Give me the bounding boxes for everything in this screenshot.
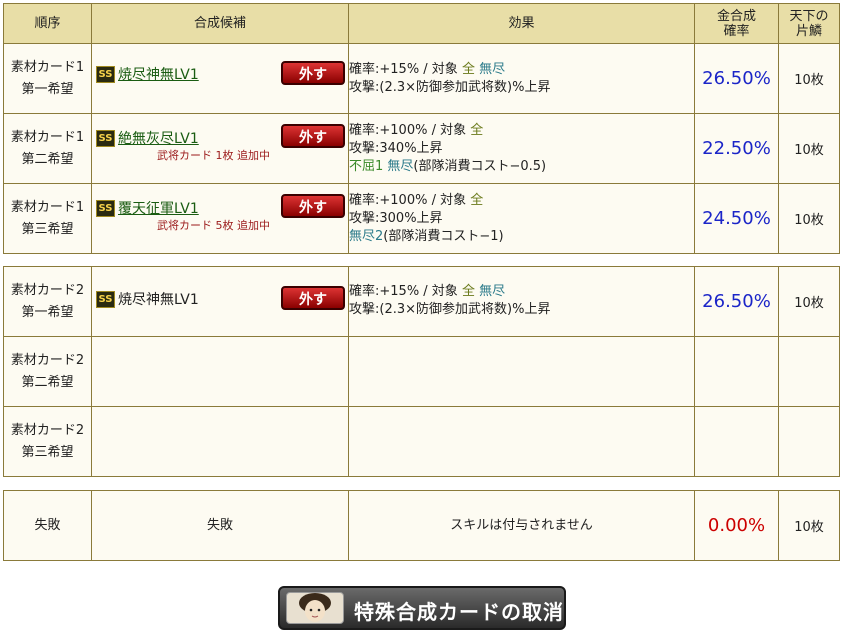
character-portrait-icon [286,592,344,624]
synthesis-table-group2: 素材カード2 第一希望 SS 焼尽神無LV1 外す 確率:+15% / 対象 全 無… [3,266,840,477]
effect-cell: 確率:+15% / 対象 全 無尽 攻撃:(2.3×防御参加武将数)%上昇 [348,43,695,114]
scale-value: 10枚 [778,43,840,114]
failure-rate: 0.00% [694,490,779,561]
scale-value [778,336,840,407]
added-card-note: 武将カード 5枚 追加中 [157,219,270,232]
table-row: 失敗 失敗 スキルは付与されません 0.00% 10枚 [3,490,840,561]
header-candidate: 合成候補 [91,3,349,44]
rate-value: 26.50% [694,266,779,337]
candidate-cell: SS 焼尽神無LV1 外す [91,266,349,337]
header-order: 順序 [3,3,92,44]
table-header-row: 順序 合成候補 効果 金合成 確率 天下の 片鱗 [3,3,840,44]
ss-rarity-icon: SS [96,129,115,147]
rate-value [694,406,779,477]
candidate-cell [91,406,349,477]
failure-order: 失敗 [3,490,92,561]
skill-link[interactable]: 覆天征軍LV1 [118,201,199,217]
ss-rarity-icon: SS [96,65,115,83]
synthesis-table-failure: 失敗 失敗 スキルは付与されません 0.00% 10枚 [3,490,840,561]
effect-cell: 確率:+15% / 対象 全 無尽 攻撃:(2.3×防御参加武将数)%上昇 [348,266,695,337]
scale-value [778,406,840,477]
effect-cell: 確率:+100% / 対象 全 攻撃:300%上昇 無尽2(部隊消費コスト−1) [348,183,695,254]
remove-button[interactable]: 外す [281,194,345,218]
rate-value: 26.50% [694,43,779,114]
added-card-note: 武将カード 1枚 追加中 [157,149,270,162]
order-cell: 素材カード2 第一希望 [3,266,92,337]
effect-cell [348,336,695,407]
table-row: 素材カード1 第三希望 SS 覆天征軍LV1 外す 武将カード 5枚 追加中 確率:… [3,183,840,254]
ss-rarity-icon: SS [96,290,115,308]
candidate-cell: SS 絶無灰尽LV1 外す 武将カード 1枚 追加中 [91,113,349,184]
skill-link[interactable]: 絶無灰尽LV1 [118,131,199,147]
order-cell: 素材カード1 第二希望 [3,113,92,184]
order-cell: 素材カード1 第一希望 [3,43,92,114]
rate-value [694,336,779,407]
candidate-cell: SS 焼尽神無LV1 外す [91,43,349,114]
cancel-button-label: 特殊合成カードの取消 [354,600,564,624]
order-cell: 素材カード1 第三希望 [3,183,92,254]
scale-value: 10枚 [778,183,840,254]
order-cell: 素材カード2 第三希望 [3,406,92,477]
effect-cell [348,406,695,477]
scale-value: 10枚 [778,266,840,337]
header-scale: 天下の 片鱗 [778,3,840,44]
table-row: 素材カード2 第三希望 [3,406,840,477]
failure-effect: スキルは付与されません [348,490,695,561]
table-row: 素材カード2 第二希望 [3,336,840,407]
ss-rarity-icon: SS [96,199,115,217]
failure-candidate: 失敗 [91,490,349,561]
order-cell: 素材カード2 第二希望 [3,336,92,407]
remove-button[interactable]: 外す [281,124,345,148]
header-rate: 金合成 確率 [694,3,779,44]
table-row: 素材カード2 第一希望 SS 焼尽神無LV1 外す 確率:+15% / 対象 全 無… [3,266,840,337]
header-effect: 効果 [348,3,695,44]
table-row: 素材カード1 第一希望 SS 焼尽神無LV1 外す 確率:+15% / 対象 全 無… [3,43,840,114]
skill-name: 焼尽神無LV1 [118,292,199,308]
table-row: 素材カード1 第二希望 SS 絶無灰尽LV1 外す 武将カード 1枚 追加中 確率:… [3,113,840,184]
rate-value: 24.50% [694,183,779,254]
skill-link[interactable]: 焼尽神無LV1 [118,67,199,83]
candidate-cell [91,336,349,407]
synthesis-table-group1: 順序 合成候補 効果 金合成 確率 天下の 片鱗 素材カード1 第一希望 SS 焼尽神無… [3,3,840,254]
remove-button[interactable]: 外す [281,286,345,310]
effect-cell: 確率:+100% / 対象 全 攻撃:340%上昇 不屈1 無尽(部隊消費コスト… [348,113,695,184]
candidate-cell: SS 覆天征軍LV1 外す 武将カード 5枚 追加中 [91,183,349,254]
rate-value: 22.50% [694,113,779,184]
remove-button[interactable]: 外す [281,61,345,85]
scale-value: 10枚 [778,113,840,184]
cancel-special-synthesis-button[interactable]: 特殊合成カードの取消 [278,586,566,630]
failure-scale: 10枚 [778,490,840,561]
